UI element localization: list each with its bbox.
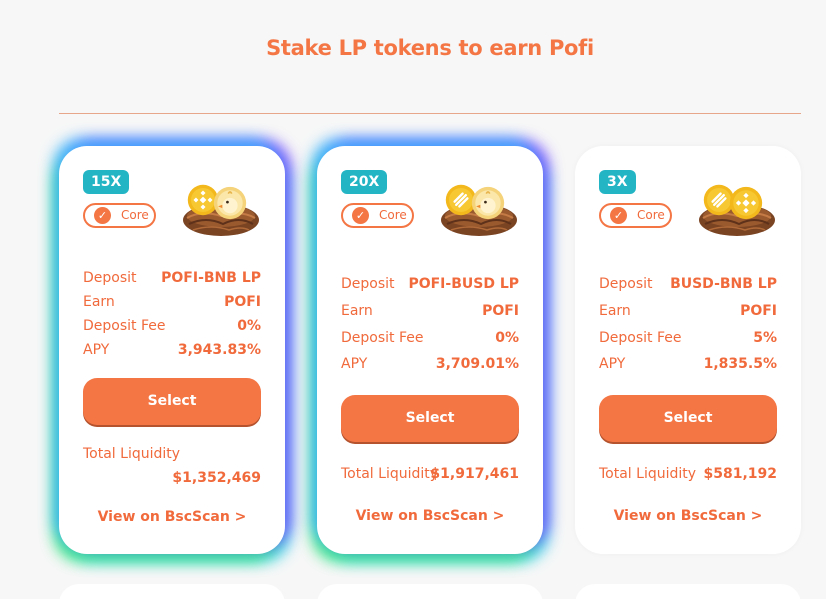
- deposit-fee-value: 0%: [495, 330, 519, 346]
- deposit-fee-label: Deposit Fee: [599, 330, 682, 346]
- busd-coin-icon: [703, 184, 735, 216]
- verified-check-icon: ✓: [610, 207, 627, 224]
- multiplier-badge: 15X: [83, 170, 130, 194]
- verified-check-icon: ✓: [352, 207, 369, 224]
- select-button[interactable]: Select: [599, 395, 777, 442]
- core-tag: ✓ Core: [83, 203, 156, 228]
- deposit-label: Deposit: [599, 276, 653, 292]
- apy-row: APY 1,835.5%: [599, 353, 777, 375]
- deposit-value: BUSD-BNB LP: [670, 276, 777, 292]
- deposit-label: Deposit: [341, 276, 395, 292]
- earn-row: Earn POFI: [599, 300, 777, 322]
- total-liquidity-value: $1,352,469: [172, 470, 261, 486]
- apy-label: APY: [83, 342, 110, 358]
- deposit-fee-value: 5%: [753, 330, 777, 346]
- deposit-fee-row: Deposit Fee 0%: [341, 327, 519, 349]
- apy-label: APY: [599, 356, 626, 372]
- select-button[interactable]: Select: [83, 378, 261, 425]
- view-on-bscscan-link[interactable]: View on BscScan >: [575, 508, 801, 524]
- total-liquidity-label: Total Liquidity: [599, 466, 697, 482]
- bnb-coin-icon: [187, 184, 219, 216]
- select-button[interactable]: Select: [341, 395, 519, 442]
- earn-label: Earn: [599, 303, 631, 319]
- farm-card-pofi-busd: 20X ✓ Core Deposit POFI-BUSD LP Earn POF…: [317, 146, 543, 554]
- pofi-chick-coin-icon: [471, 186, 505, 220]
- farm-card-pofi-bnb: 15X ✓ Core Deposit POFI-BNB LP Earn POFI…: [59, 146, 285, 554]
- multiplier-badge: 3X: [599, 170, 636, 194]
- deposit-fee-value: 0%: [237, 318, 261, 334]
- total-liquidity-value: $1,917,461: [430, 466, 519, 482]
- page: Stake LP tokens to earn Pofi 15X ✓ Core …: [0, 0, 826, 599]
- deposit-row: Deposit POFI-BUSD LP: [341, 273, 519, 295]
- total-liquidity-label: Total Liquidity: [341, 466, 439, 482]
- deposit-row: Deposit BUSD-BNB LP: [599, 273, 777, 295]
- verified-check-icon: ✓: [94, 207, 111, 224]
- earn-value: POFI: [224, 294, 261, 310]
- apy-value: 1,835.5%: [703, 356, 777, 372]
- earn-row: Earn POFI: [83, 291, 261, 313]
- divider: [59, 113, 801, 114]
- deposit-label: Deposit: [83, 270, 137, 286]
- total-liquidity-value: $581,192: [703, 466, 777, 482]
- core-tag-label: Core: [379, 208, 407, 222]
- multiplier-badge: 20X: [341, 170, 388, 194]
- core-tag: ✓ Core: [599, 203, 672, 228]
- total-liquidity-label: Total Liquidity: [83, 446, 181, 462]
- apy-row: APY 3,709.01%: [341, 353, 519, 375]
- busd-coin-icon: [445, 184, 477, 216]
- farm-card-partial: [59, 584, 285, 599]
- earn-label: Earn: [341, 303, 373, 319]
- earn-value: POFI: [740, 303, 777, 319]
- farm-card-partial: [575, 584, 801, 599]
- apy-value: 3,943.83%: [177, 342, 261, 358]
- farm-card-busd-bnb: 3X ✓ Core Deposit BUSD-BNB LP Earn POFI …: [575, 146, 801, 554]
- apy-label: APY: [341, 356, 368, 372]
- view-on-bscscan-link[interactable]: View on BscScan >: [317, 508, 543, 524]
- earn-value: POFI: [482, 303, 519, 319]
- deposit-value: POFI-BUSD LP: [408, 276, 519, 292]
- core-tag: ✓ Core: [341, 203, 414, 228]
- earn-row: Earn POFI: [341, 300, 519, 322]
- pofi-chick-coin-icon: [213, 186, 247, 220]
- apy-row: APY 3,943.83%: [83, 339, 261, 361]
- deposit-fee-label: Deposit Fee: [341, 330, 424, 346]
- lp-token-logo: [697, 184, 777, 240]
- earn-label: Earn: [83, 294, 115, 310]
- deposit-row: Deposit POFI-BNB LP: [83, 267, 261, 289]
- lp-token-logo: [181, 184, 261, 240]
- deposit-value: POFI-BNB LP: [161, 270, 261, 286]
- core-tag-label: Core: [121, 208, 149, 222]
- core-tag-label: Core: [637, 208, 665, 222]
- lp-token-logo: [439, 184, 519, 240]
- deposit-fee-label: Deposit Fee: [83, 318, 166, 334]
- view-on-bscscan-link[interactable]: View on BscScan >: [59, 509, 285, 525]
- apy-value: 3,709.01%: [435, 356, 519, 372]
- deposit-fee-row: Deposit Fee 5%: [599, 327, 777, 349]
- farm-card-partial: [317, 584, 543, 599]
- bnb-coin-icon: [729, 186, 763, 220]
- page-title: Stake LP tokens to earn Pofi: [266, 36, 594, 60]
- deposit-fee-row: Deposit Fee 0%: [83, 315, 261, 337]
